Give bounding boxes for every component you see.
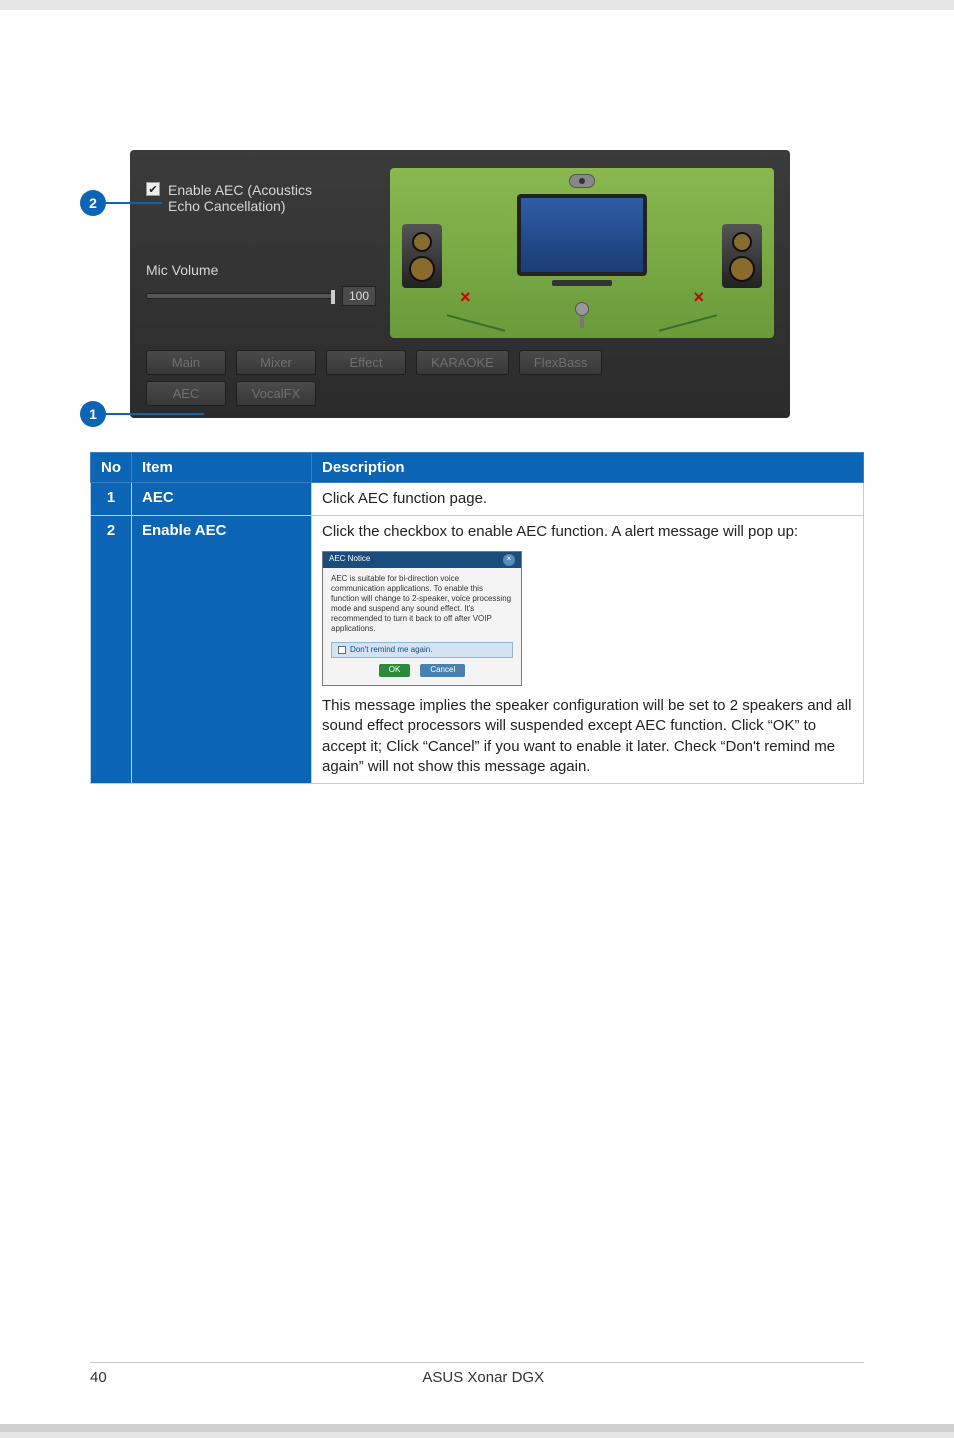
- microphone-icon: [572, 302, 592, 328]
- speaker-left-icon: [402, 224, 442, 288]
- speaker-diagram: × ×: [390, 168, 774, 338]
- callout-2-num: 2: [89, 195, 97, 211]
- tab-aec[interactable]: AEC: [146, 381, 226, 406]
- row2-desc-bottom: This message implies the speaker configu…: [322, 696, 853, 777]
- callout-1: 1: [80, 401, 106, 427]
- aec-notice-dialog: AEC Notice × AEC is suitable for bi-dire…: [322, 551, 522, 687]
- page-content: 2 1 ✔ Enable AEC (Acoustics Echo Cancell…: [0, 10, 954, 784]
- tab-flexbass[interactable]: FlexBass: [519, 350, 602, 375]
- mic-volume-block: Mic Volume 100: [146, 262, 376, 306]
- page-number: 40: [90, 1369, 107, 1386]
- callout-2-line: [106, 202, 162, 204]
- table-header-row: No Item Description: [91, 453, 864, 483]
- audio-panel-left: ✔ Enable AEC (Acoustics Echo Cancellatio…: [146, 168, 376, 306]
- arrow-left-icon: [447, 314, 505, 331]
- x-mark-left-icon: ×: [460, 287, 471, 308]
- tab-main[interactable]: Main: [146, 350, 226, 375]
- callout-2: 2: [80, 190, 106, 216]
- table-row: 1 AEC Click AEC function page.: [91, 483, 864, 516]
- product-name: ASUS Xonar DGX: [422, 1369, 544, 1386]
- dialog-dont-remind-checkbox[interactable]: [338, 646, 346, 654]
- enable-aec-checkbox[interactable]: ✔: [146, 182, 160, 196]
- speaker-right-icon: [722, 224, 762, 288]
- mic-volume-slider[interactable]: [146, 293, 334, 299]
- footer-rule: [90, 1362, 864, 1363]
- audio-panel: ✔ Enable AEC (Acoustics Echo Cancellatio…: [130, 150, 790, 418]
- dialog-ok-button[interactable]: OK: [379, 664, 411, 677]
- row1-item: AEC: [132, 483, 312, 516]
- enable-aec-label-line1: Enable AEC (Acoustics: [168, 182, 312, 198]
- enable-aec-row[interactable]: ✔ Enable AEC (Acoustics Echo Cancellatio…: [146, 182, 376, 214]
- row1-desc: Click AEC function page.: [312, 483, 864, 516]
- tab-strip: Main Mixer Effect KARAOKE FlexBass AEC V…: [146, 350, 774, 406]
- row1-no: 1: [91, 483, 132, 516]
- callout-1-num: 1: [89, 406, 97, 422]
- enable-aec-label: Enable AEC (Acoustics Echo Cancellation): [168, 182, 312, 214]
- table-row: 2 Enable AEC Click the checkbox to enabl…: [91, 516, 864, 784]
- row2-desc-top: Click the checkbox to enable AEC functio…: [322, 522, 853, 542]
- col-header-no: No: [91, 453, 132, 483]
- enable-aec-label-line2: Echo Cancellation): [168, 198, 286, 214]
- mic-volume-label: Mic Volume: [146, 262, 376, 278]
- row2-desc: Click the checkbox to enable AEC functio…: [312, 516, 864, 784]
- dialog-dont-remind-label: Don't remind me again.: [350, 645, 432, 656]
- tab-effect[interactable]: Effect: [326, 350, 406, 375]
- tab-karaoke[interactable]: KARAOKE: [416, 350, 509, 375]
- callout-1-line: [106, 413, 204, 415]
- mic-volume-thumb[interactable]: [331, 290, 335, 304]
- description-table: No Item Description 1 AEC Click AEC func…: [90, 452, 864, 784]
- row2-no: 2: [91, 516, 132, 784]
- col-header-item: Item: [132, 453, 312, 483]
- x-mark-right-icon: ×: [693, 287, 704, 308]
- page-bottom-bar: [0, 1424, 954, 1438]
- webcam-icon: [569, 174, 595, 188]
- dialog-titlebar: AEC Notice ×: [323, 552, 521, 568]
- monitor-icon: [517, 194, 647, 276]
- dialog-title: AEC Notice: [329, 554, 370, 565]
- dialog-cancel-button[interactable]: Cancel: [420, 664, 465, 677]
- col-header-desc: Description: [312, 453, 864, 483]
- arrow-right-icon: [659, 314, 717, 331]
- monitor-stand-icon: [552, 280, 612, 286]
- page-top-bar: [0, 0, 954, 10]
- tab-mixer[interactable]: Mixer: [236, 350, 316, 375]
- dialog-close-icon[interactable]: ×: [503, 554, 515, 566]
- tab-vocalfx[interactable]: VocalFX: [236, 381, 316, 406]
- page-footer: 40 ASUS Xonar DGX .: [0, 1362, 954, 1386]
- row2-item: Enable AEC: [132, 516, 312, 784]
- dialog-body: AEC is suitable for bi-direction voice c…: [323, 568, 521, 640]
- mic-volume-value: 100: [342, 286, 376, 306]
- screenshot-wrapper: 2 1 ✔ Enable AEC (Acoustics Echo Cancell…: [130, 150, 864, 418]
- dialog-dont-remind-row[interactable]: Don't remind me again.: [331, 642, 513, 659]
